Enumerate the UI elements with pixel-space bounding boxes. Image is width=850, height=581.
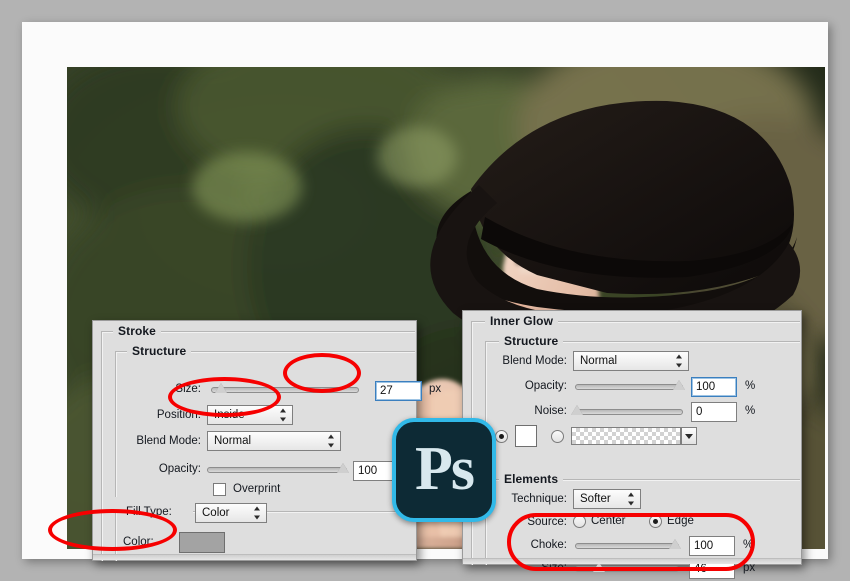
inner-glow-title: Inner Glow	[485, 314, 559, 328]
inner-glow-noise-slider-thumb[interactable]	[571, 405, 583, 415]
inner-glow-gradient-radio[interactable]	[551, 430, 564, 443]
stroke-opacity-input[interactable]: 100	[353, 461, 397, 481]
white-card: Stroke Structure Size: 27 px Position: I…	[22, 22, 828, 579]
stroke-overprint-label: Overprint	[233, 483, 281, 495]
stroke-fill-type-dropdown[interactable]: Color	[195, 503, 267, 523]
photoshop-logo: Ps	[392, 418, 496, 522]
inner-glow-opacity-input[interactable]: 100	[691, 377, 737, 397]
inner-glow-color-radio[interactable]	[495, 430, 508, 443]
inner-glow-opacity-slider-thumb[interactable]	[673, 380, 685, 390]
stroke-position-dropdown[interactable]: Inside	[207, 405, 293, 425]
inner-glow-source-label: Source:	[527, 516, 567, 528]
stroke-overprint-checkbox[interactable]	[213, 483, 226, 496]
chevron-updown-icon	[280, 408, 287, 422]
photoshop-logo-label: Ps	[415, 434, 475, 503]
stroke-opacity-slider-thumb[interactable]	[337, 463, 349, 473]
chevron-updown-icon	[254, 506, 261, 520]
inner-glow-source-center-radio[interactable]	[573, 515, 586, 528]
chevron-updown-icon	[628, 492, 635, 506]
inner-glow-noise-slider[interactable]	[575, 409, 683, 415]
inner-glow-noise-input[interactable]: 0	[691, 402, 737, 422]
stroke-size-label: Size:	[175, 383, 201, 395]
inner-glow-elements-title: Elements	[499, 472, 564, 486]
stroke-color-label: Color:	[123, 536, 154, 548]
inner-glow-choke-slider-thumb[interactable]	[669, 539, 681, 549]
inner-glow-source-center-label: Center	[591, 515, 626, 527]
inner-glow-gradient-dropdown-button[interactable]	[681, 427, 697, 445]
inner-glow-choke-slider[interactable]	[575, 543, 679, 549]
stroke-size-unit: px	[429, 383, 442, 395]
inner-glow-source-edge-radio[interactable]	[649, 515, 662, 528]
inner-glow-opacity-label: Opacity:	[524, 380, 567, 392]
stroke-size-slider-thumb[interactable]	[215, 383, 227, 393]
inner-glow-choke-unit: %	[743, 539, 754, 551]
inner-glow-opacity-unit: %	[745, 380, 756, 392]
inner-glow-noise-unit: %	[745, 405, 756, 417]
inner-glow-dialog-bottom-strip	[463, 558, 801, 564]
inner-glow-choke-label: Choke:	[530, 539, 567, 551]
inner-glow-technique-dropdown[interactable]: Softer	[573, 489, 641, 509]
inner-glow-blend-mode-dropdown[interactable]: Normal	[573, 351, 689, 371]
stroke-title: Stroke	[113, 324, 161, 338]
stroke-color-swatch[interactable]	[179, 532, 225, 553]
stroke-dialog-bottom-strip	[93, 554, 416, 560]
inner-glow-blend-mode-label: Blend Mode:	[502, 355, 567, 367]
inner-glow-choke-input[interactable]: 100	[689, 536, 735, 556]
stroke-size-input[interactable]: 27	[375, 381, 422, 401]
inner-glow-size-slider[interactable]	[575, 566, 679, 572]
inner-glow-opacity-slider[interactable]	[575, 384, 683, 390]
chevron-updown-icon	[328, 434, 335, 448]
stroke-structure-title: Structure	[127, 344, 192, 358]
inner-glow-source-edge-label: Edge	[667, 515, 694, 527]
stroke-blend-mode-dropdown[interactable]: Normal	[207, 431, 341, 451]
inner-glow-color-swatch[interactable]	[515, 425, 537, 447]
inner-glow-gradient-preview[interactable]	[571, 427, 681, 445]
stroke-size-slider[interactable]	[211, 387, 359, 393]
inner-glow-structure-title: Structure	[499, 334, 564, 348]
stroke-opacity-label: Opacity:	[158, 463, 201, 475]
stroke-position-label: Position:	[156, 409, 201, 421]
inner-glow-noise-label: Noise:	[534, 405, 567, 417]
stroke-fill-type-label: Fill Type:	[123, 506, 193, 518]
stroke-blend-mode-label: Blend Mode:	[136, 435, 201, 447]
inner-glow-layer-style-dialog[interactable]: Inner Glow Structure Blend Mode: Normal …	[462, 310, 802, 579]
chevron-updown-icon	[676, 354, 683, 368]
stroke-layer-style-dialog[interactable]: Stroke Structure Size: 27 px Position: I…	[92, 320, 441, 561]
stroke-opacity-slider[interactable]	[207, 467, 347, 473]
